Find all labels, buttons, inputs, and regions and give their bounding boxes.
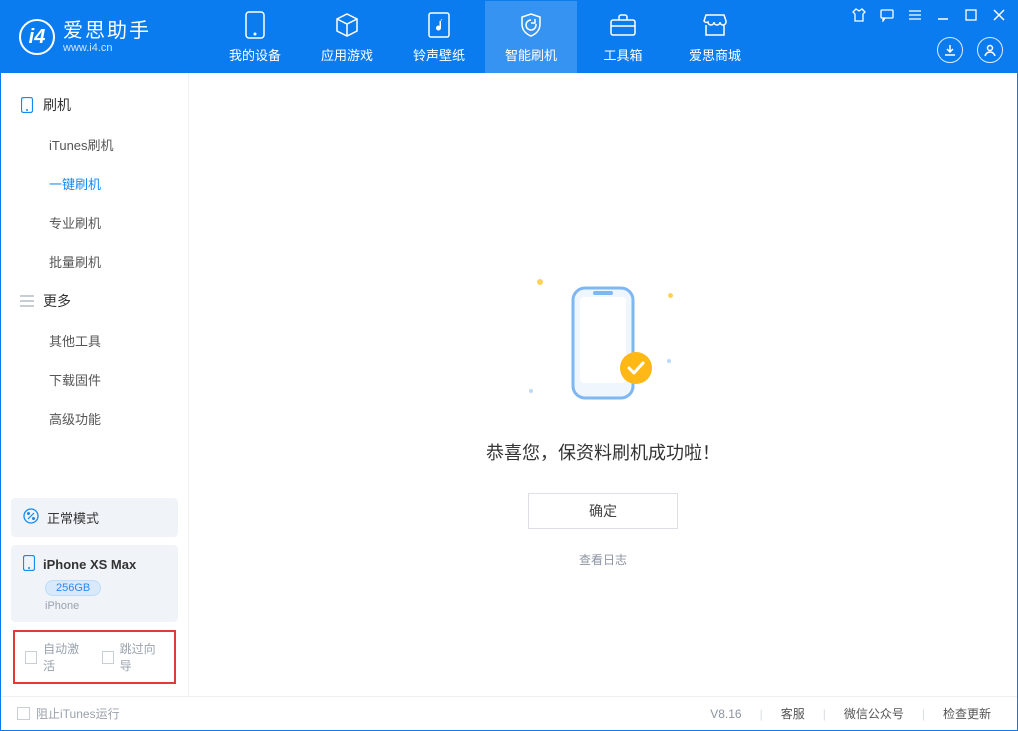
tab-ringtones-wallpapers[interactable]: 铃声壁纸	[393, 1, 485, 73]
version-label: V8.16	[710, 707, 741, 721]
tab-label: 铃声壁纸	[413, 45, 465, 64]
dot-icon	[529, 389, 533, 393]
device-card[interactable]: iPhone XS Max 256GB iPhone	[11, 545, 178, 622]
feedback-icon[interactable]	[879, 7, 895, 23]
music-file-icon	[425, 11, 453, 39]
sidebar-item-download-firmware[interactable]: 下载固件	[1, 360, 188, 399]
list-icon	[19, 293, 35, 309]
sidebar-group-title: 更多	[43, 291, 71, 311]
download-button[interactable]	[937, 37, 963, 63]
view-log-link[interactable]: 查看日志	[579, 551, 627, 568]
shirt-icon[interactable]	[851, 7, 867, 23]
close-icon[interactable]	[991, 7, 1007, 23]
sidebar-group-flash: 刷机	[1, 85, 188, 125]
device-icon	[23, 555, 35, 574]
sidebar-item-itunes-flash[interactable]: iTunes刷机	[1, 125, 188, 164]
maximize-icon[interactable]	[963, 7, 979, 23]
main-content: 恭喜您，保资料刷机成功啦！ 确定 查看日志	[189, 73, 1017, 696]
tab-my-device[interactable]: 我的设备	[209, 1, 301, 73]
mode-icon	[23, 508, 39, 527]
app-name: 爱思助手	[63, 21, 151, 41]
sidebar-item-advanced[interactable]: 高级功能	[1, 399, 188, 438]
ok-button[interactable]: 确定	[528, 493, 678, 529]
device-icon	[241, 11, 269, 39]
tab-label: 工具箱	[603, 45, 642, 64]
tab-smart-flash[interactable]: 智能刷机	[485, 1, 577, 73]
app-logo: i4 爱思助手 www.i4.cn	[19, 19, 179, 55]
sidebar-item-oneclick-flash[interactable]: 一键刷机	[1, 164, 188, 203]
checkbox-auto-activate[interactable]: 自动激活	[25, 640, 88, 674]
device-subtype: iPhone	[45, 600, 166, 612]
checkbox-label: 阻止iTunes运行	[36, 705, 120, 722]
sidebar-item-other-tools[interactable]: 其他工具	[1, 321, 188, 360]
device-name: iPhone XS Max	[43, 557, 136, 572]
store-icon	[701, 11, 729, 39]
tab-label: 爱思商城	[689, 45, 741, 64]
checkbox-label: 自动激活	[43, 640, 87, 674]
tab-store[interactable]: 爱思商城	[669, 1, 761, 73]
sidebar-group-more: 更多	[1, 281, 188, 321]
app-url: www.i4.cn	[63, 43, 151, 54]
device-capacity-badge: 256GB	[45, 580, 101, 596]
titlebar: i4 爱思助手 www.i4.cn 我的设备 应用游戏 铃声壁纸 智能刷机	[1, 1, 1017, 73]
phone-icon	[19, 97, 35, 113]
checkbox-skip-guide[interactable]: 跳过向导	[102, 640, 165, 674]
sidebar: 刷机 iTunes刷机 一键刷机 专业刷机 批量刷机 更多 其他工具 下载固件 …	[1, 73, 189, 696]
tab-toolbox[interactable]: 工具箱	[577, 1, 669, 73]
check-update-link[interactable]: 检查更新	[933, 705, 1001, 722]
mode-card[interactable]: 正常模式	[11, 498, 178, 537]
nav-tabs: 我的设备 应用游戏 铃声壁纸 智能刷机 工具箱 爱思商城	[209, 1, 761, 73]
support-link[interactable]: 客服	[771, 705, 815, 722]
checkbox-icon	[17, 707, 30, 720]
dot-icon	[667, 359, 671, 363]
checkbox-icon	[25, 651, 37, 664]
window-controls	[851, 7, 1007, 23]
tab-label: 智能刷机	[505, 45, 557, 64]
statusbar: 阻止iTunes运行 V8.16 | 客服 | 微信公众号 | 检查更新	[1, 696, 1017, 730]
tab-label: 我的设备	[229, 45, 281, 64]
mode-label: 正常模式	[47, 508, 99, 527]
menu-icon[interactable]	[907, 7, 923, 23]
sparkle-icon	[537, 279, 543, 285]
toolbox-icon	[609, 11, 637, 39]
sidebar-group-title: 刷机	[43, 95, 71, 115]
shield-refresh-icon	[517, 11, 545, 39]
checkbox-label: 跳过向导	[120, 640, 164, 674]
sidebar-item-pro-flash[interactable]: 专业刷机	[1, 203, 188, 242]
success-illustration	[543, 273, 663, 413]
wechat-link[interactable]: 微信公众号	[834, 705, 914, 722]
checkbox-block-itunes[interactable]: 阻止iTunes运行	[17, 705, 120, 722]
user-button[interactable]	[977, 37, 1003, 63]
minimize-icon[interactable]	[935, 7, 951, 23]
logo-icon: i4	[19, 19, 55, 55]
tab-label: 应用游戏	[321, 45, 373, 64]
sparkle-icon	[668, 293, 673, 298]
cube-icon	[333, 11, 361, 39]
checkbox-icon	[102, 651, 114, 664]
bottom-checks-highlight: 自动激活 跳过向导	[13, 630, 176, 684]
sidebar-item-batch-flash[interactable]: 批量刷机	[1, 242, 188, 281]
titlebar-right-actions	[937, 37, 1003, 63]
tab-apps-games[interactable]: 应用游戏	[301, 1, 393, 73]
success-message: 恭喜您，保资料刷机成功啦！	[486, 439, 720, 465]
